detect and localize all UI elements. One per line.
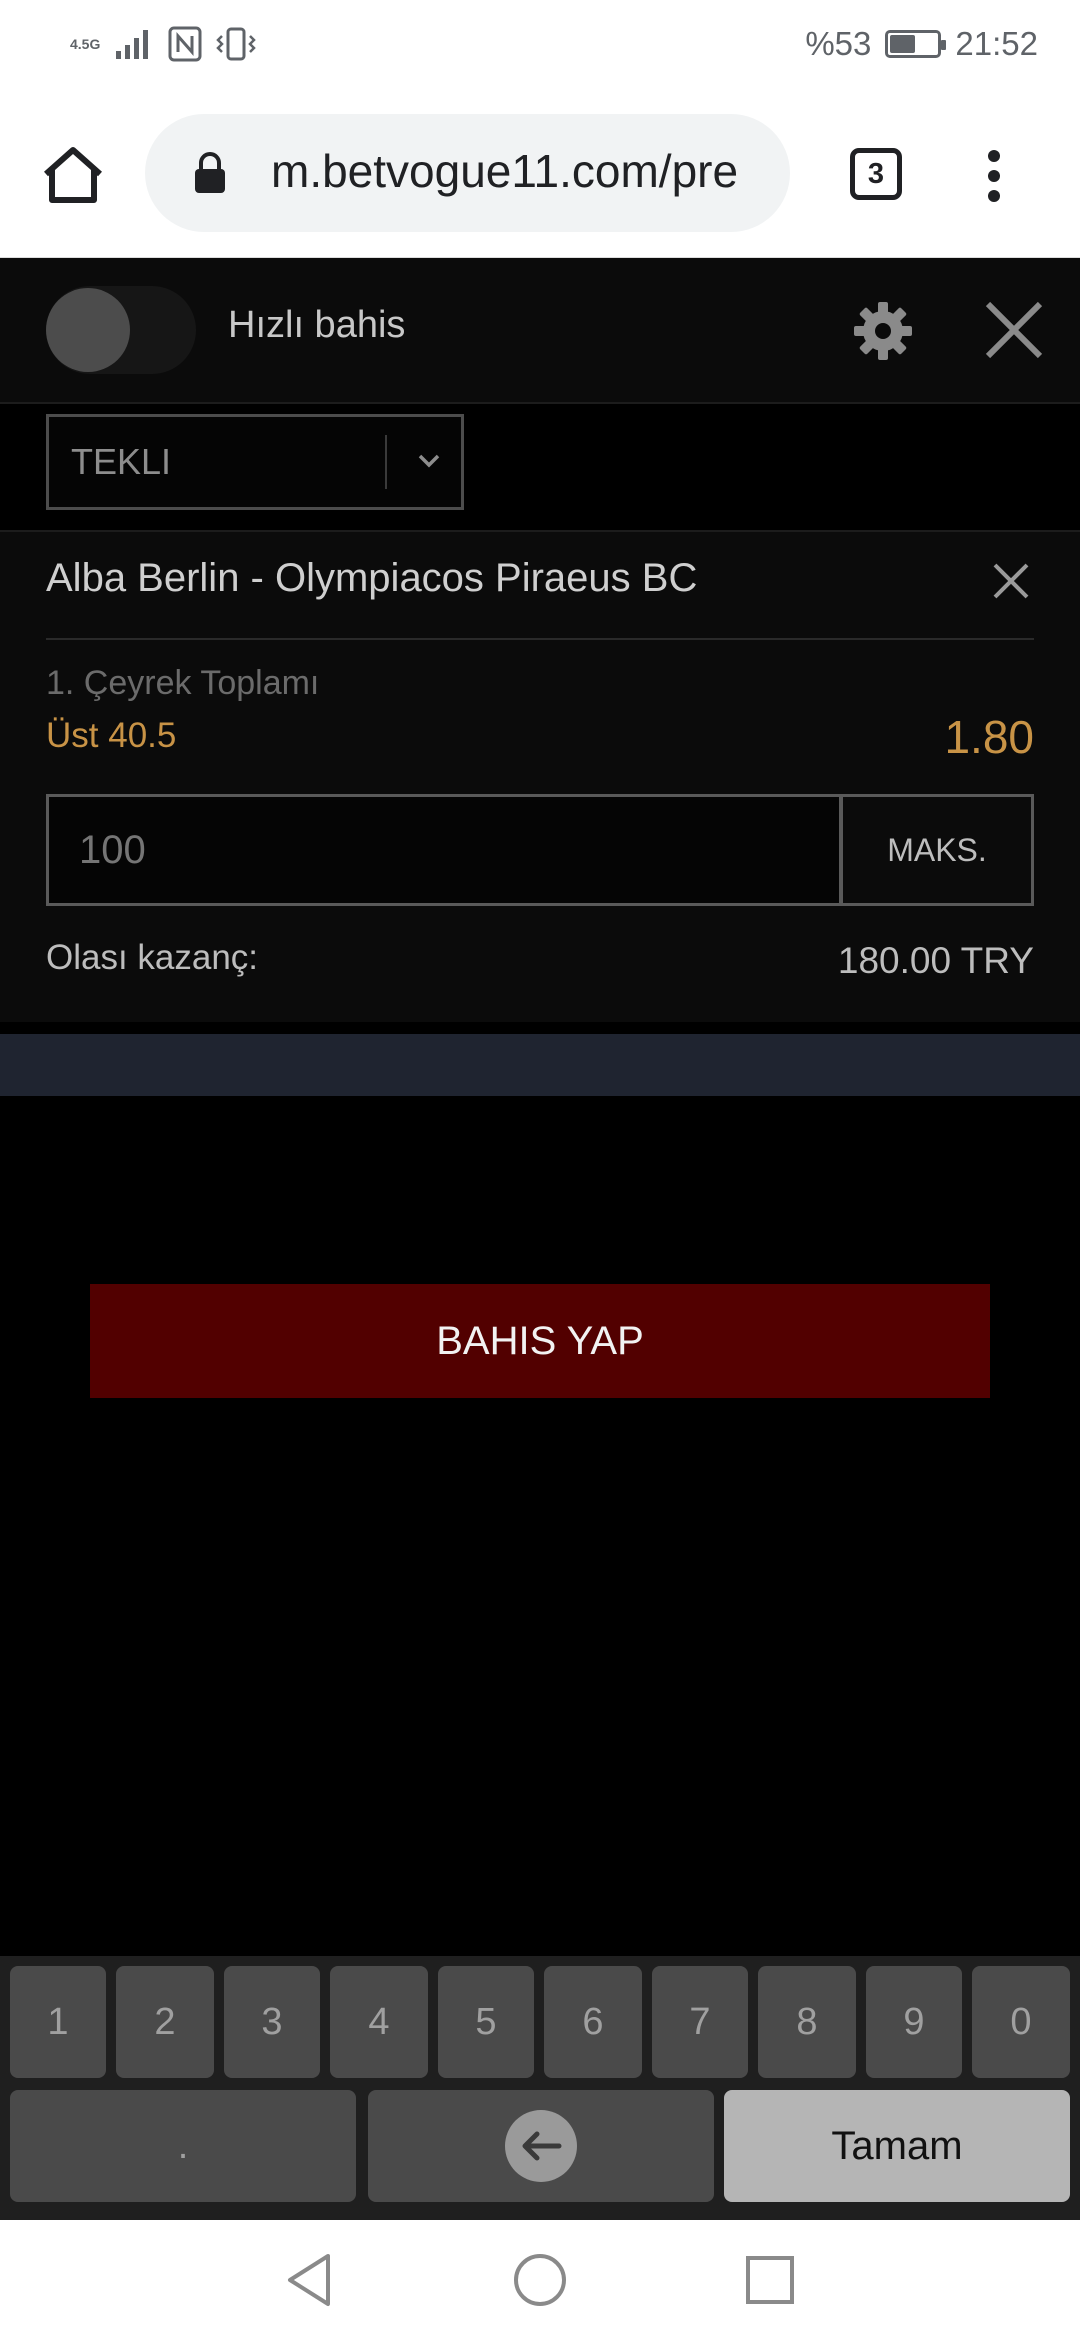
system-navigation-bar [0, 2220, 1080, 2340]
url-text: m.betvogue11.com/pre [271, 145, 739, 197]
betslip-header: Hızlı bahis [0, 258, 1080, 404]
bet-type-select[interactable]: TEKLI [46, 414, 464, 510]
odds-value: 1.80 [944, 711, 1034, 763]
battery-percent: %53 [805, 25, 872, 62]
max-stake-button[interactable]: MAKS. [840, 794, 1034, 906]
stake-input[interactable] [46, 794, 842, 906]
home-circle-icon[interactable] [512, 2252, 568, 2308]
address-bar[interactable]: m.betvogue11.com/pre [145, 114, 790, 232]
status-icons: 4.5G [70, 22, 257, 66]
network-type: 4.5G [70, 36, 101, 52]
key-9[interactable]: 9 [866, 1966, 962, 2078]
payout-label: Olası kazanç: [46, 938, 259, 977]
quick-bet-toggle[interactable] [46, 286, 196, 374]
match-title: Alba Berlin - Olympiacos Piraeus BC [46, 556, 698, 600]
bet-type-row: TEKLI [0, 404, 1080, 532]
key-1[interactable]: 1 [10, 1966, 106, 2078]
bet-selection-card: Alba Berlin - Olympiacos Piraeus BC 1. Ç… [0, 532, 1080, 1022]
key-done[interactable]: Tamam [724, 2090, 1070, 2202]
key-4[interactable]: 4 [330, 1966, 428, 2078]
chevron-down-icon [418, 454, 440, 468]
back-icon[interactable] [284, 2252, 334, 2308]
status-bar: 4.5G %53 21:52 [0, 0, 1080, 88]
signal-icon [116, 30, 149, 59]
card-divider [46, 638, 1034, 640]
close-icon[interactable] [984, 300, 1044, 360]
bet-type-value: TEKLI [71, 441, 172, 482]
section-separator [0, 1034, 1080, 1096]
recents-icon[interactable] [744, 2254, 796, 2306]
key-6[interactable]: 6 [544, 1966, 642, 2078]
payout-value: 180.00 TRY [837, 940, 1034, 981]
browser-toolbar: m.betvogue11.com/pre 3 [0, 88, 1080, 258]
key-2[interactable]: 2 [116, 1966, 214, 2078]
place-bet-button[interactable]: BAHIS YAP [90, 1284, 990, 1398]
key-backspace[interactable] [368, 2090, 714, 2202]
vibrate-icon [216, 27, 257, 61]
battery-icon [885, 30, 947, 58]
selection-name: Üst 40.5 [46, 716, 177, 755]
key-5[interactable]: 5 [438, 1966, 534, 2078]
key-8[interactable]: 8 [758, 1966, 856, 2078]
quick-bet-label: Hızlı bahis [228, 304, 406, 346]
tab-switcher-button[interactable]: 3 [850, 148, 902, 200]
status-right: %53 21:52 [805, 22, 1038, 66]
more-options-icon[interactable] [986, 148, 1002, 204]
numeric-keyboard: 1 2 3 4 5 6 7 8 9 0 . Tamam [0, 1956, 1080, 2220]
key-3[interactable]: 3 [224, 1966, 320, 2078]
select-divider [385, 435, 387, 489]
tab-count: 3 [867, 157, 885, 190]
key-0[interactable]: 0 [972, 1966, 1070, 2078]
key-7[interactable]: 7 [652, 1966, 748, 2078]
remove-selection-icon[interactable] [992, 562, 1030, 600]
key-decimal[interactable]: . [10, 2090, 356, 2202]
backspace-icon [505, 2110, 577, 2182]
nfc-icon [168, 26, 202, 62]
toggle-knob [46, 288, 130, 372]
home-icon[interactable] [40, 144, 106, 206]
gear-icon[interactable] [852, 300, 914, 362]
clock: 21:52 [955, 25, 1038, 62]
market-name: 1. Çeyrek Toplamı [46, 664, 320, 702]
lock-icon [195, 152, 225, 193]
battery-level-fill [890, 35, 915, 53]
